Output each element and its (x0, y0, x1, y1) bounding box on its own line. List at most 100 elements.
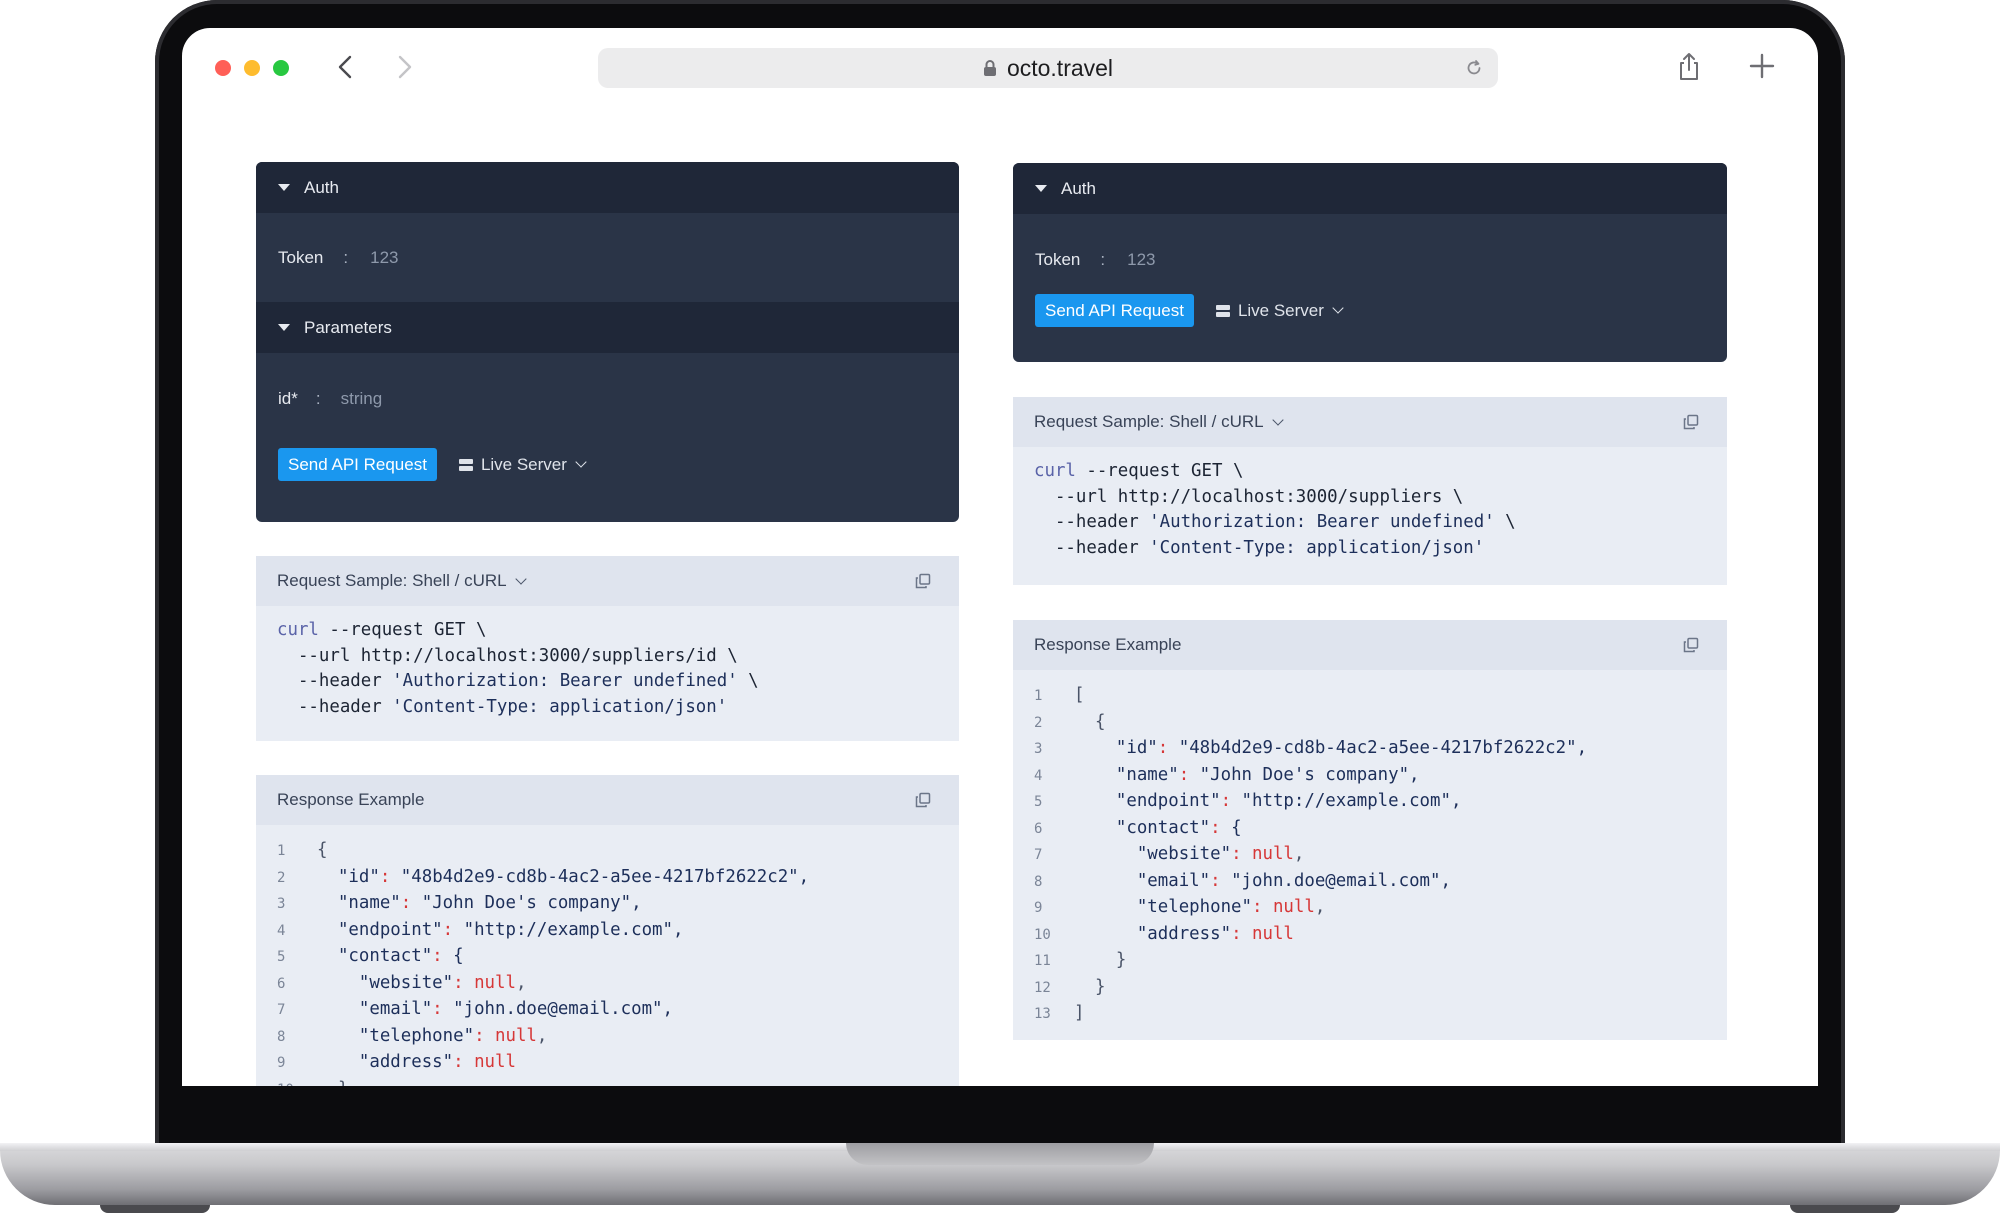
json-key: "telephone" (317, 1025, 475, 1046)
left-response-card: Response Example 1{2 "id": "48b4d2e9-cd8… (256, 775, 959, 1086)
code-text: --request GET \ (318, 620, 487, 640)
json-value: "http://example.com", (453, 919, 684, 940)
json-null: null (463, 972, 516, 993)
code-text: { (317, 840, 328, 860)
copy-icon[interactable] (1683, 637, 1699, 653)
line-number: 6 (277, 975, 286, 992)
json-null: null (484, 1025, 537, 1046)
request-sample-title: Request Sample: Shell / cURL (277, 571, 507, 590)
json-value: "John Doe's company", (411, 893, 642, 913)
json-value: { (1220, 817, 1242, 838)
right-auth-header[interactable]: Auth (1013, 163, 1727, 214)
lock-icon (983, 60, 996, 76)
chevron-down-icon (575, 456, 587, 468)
line-number: 6 (1034, 820, 1043, 837)
code-line: --header 'Content-Type: application/json… (1034, 536, 1727, 562)
code-text: \ (737, 671, 759, 691)
triangle-down-icon (278, 324, 290, 331)
left-auth-card: Auth Token : 123 Parameters id* : string… (256, 162, 959, 522)
line-number: 3 (1034, 741, 1043, 757)
copy-icon[interactable] (915, 573, 931, 589)
token-input[interactable]: 123 (1127, 250, 1155, 270)
request-sample-title: Request Sample: Shell / cURL (1034, 412, 1264, 431)
json-null: null (463, 1052, 516, 1072)
json-key: "contact" (317, 946, 433, 966)
plus-icon[interactable] (1748, 52, 1776, 80)
json-key: "id" (317, 866, 380, 887)
right-actions: Send API Request Live Server (1013, 294, 1727, 327)
left-auth-header[interactable]: Auth (256, 162, 959, 213)
right-request-sample-header[interactable]: Request Sample: Shell / cURL (1013, 397, 1727, 447)
code-line: 8 "telephone": null, (277, 1024, 959, 1051)
code-text: --header (1034, 537, 1150, 558)
chevron-down-icon (514, 572, 527, 585)
code-line: 6 "contact": { (1034, 816, 1727, 843)
json-colon: : (1252, 897, 1263, 917)
json-colon: : (1210, 817, 1221, 838)
code-line: 1{ (277, 838, 959, 865)
json-key: "endpoint" (1074, 791, 1221, 811)
reload-icon[interactable] (1464, 58, 1484, 78)
code-line: --header 'Authorization: Bearer undefine… (1034, 510, 1727, 536)
code-text: } (317, 1079, 348, 1087)
right-auth-card: Auth Token : 123 Send API Request Live S… (1013, 163, 1727, 362)
json-colon: : (432, 946, 443, 966)
parameters-header[interactable]: Parameters (256, 302, 959, 353)
url-text: octo.travel (1006, 54, 1114, 81)
code-text: --url http://localhost:3000/suppliers \ (1034, 486, 1464, 507)
code-line: 12 } (1034, 975, 1727, 1002)
window-zoom-button[interactable] (273, 60, 289, 76)
token-input[interactable]: 123 (370, 248, 398, 268)
line-number: 1 (277, 843, 286, 859)
line-number: 9 (1034, 900, 1043, 916)
back-button[interactable] (328, 50, 362, 84)
code-line: 1[ (1034, 683, 1727, 710)
code-line: --url http://localhost:3000/suppliers/id… (277, 644, 959, 670)
json-value: { (442, 946, 464, 966)
right-response-card: Response Example 1[2 {3 "id": "48b4d2e9-… (1013, 620, 1727, 1040)
line-number: 3 (277, 896, 286, 912)
json-value: "http://example.com", (1231, 791, 1462, 811)
line-number: 7 (1034, 847, 1043, 863)
json-null: null (1241, 844, 1294, 864)
parameters-title: Parameters (304, 317, 392, 337)
server-icon (1215, 304, 1230, 317)
code-line: curl --request GET \ (277, 618, 959, 644)
json-colon: : (1178, 764, 1190, 785)
window-minimize-button[interactable] (244, 60, 260, 76)
live-server-dropdown[interactable]: Live Server (458, 455, 587, 475)
send-api-request-button[interactable]: Send API Request (278, 448, 437, 481)
token-row: Token : 123 (1013, 214, 1727, 306)
json-punct: , (536, 1025, 548, 1046)
code-line: --header 'Content-Type: application/json… (277, 695, 959, 721)
token-label: Token (278, 247, 324, 267)
line-number: 8 (277, 1028, 286, 1045)
json-key: "address" (317, 1052, 454, 1072)
address-bar[interactable]: octo.travel (598, 48, 1498, 88)
response-title: Response Example (277, 790, 425, 809)
send-api-request-button[interactable]: Send API Request (1035, 294, 1194, 327)
json-punct: , (515, 972, 527, 993)
copy-icon[interactable] (915, 792, 931, 808)
left-request-sample-header[interactable]: Request Sample: Shell / cURL (256, 556, 959, 606)
line-number: 2 (1034, 714, 1043, 731)
window-close-button[interactable] (215, 60, 231, 76)
line-number: 5 (1034, 794, 1043, 810)
forward-button[interactable] (388, 50, 422, 84)
live-server-dropdown[interactable]: Live Server (1215, 301, 1344, 321)
code-command: curl (1034, 461, 1076, 481)
json-key: "name" (317, 893, 401, 913)
token-row: Token : 123 (256, 213, 959, 302)
code-line: 3 "name": "John Doe's company", (277, 891, 959, 918)
code-line: 5 "endpoint": "http://example.com", (1034, 789, 1727, 816)
code-line: 2 "id": "48b4d2e9-cd8b-4ac2-a5ee-4217bf2… (277, 865, 959, 892)
json-key: "address" (1074, 923, 1232, 944)
share-icon[interactable] (1676, 52, 1702, 82)
json-colon: : (442, 919, 454, 940)
left-actions: Send API Request Live Server (256, 448, 959, 481)
json-colon: : (453, 972, 464, 993)
json-value: "john.doe@email.com", (1220, 870, 1451, 891)
json-punct: , (1293, 844, 1305, 864)
param-id-input[interactable]: string (341, 389, 383, 409)
copy-icon[interactable] (1683, 414, 1699, 430)
